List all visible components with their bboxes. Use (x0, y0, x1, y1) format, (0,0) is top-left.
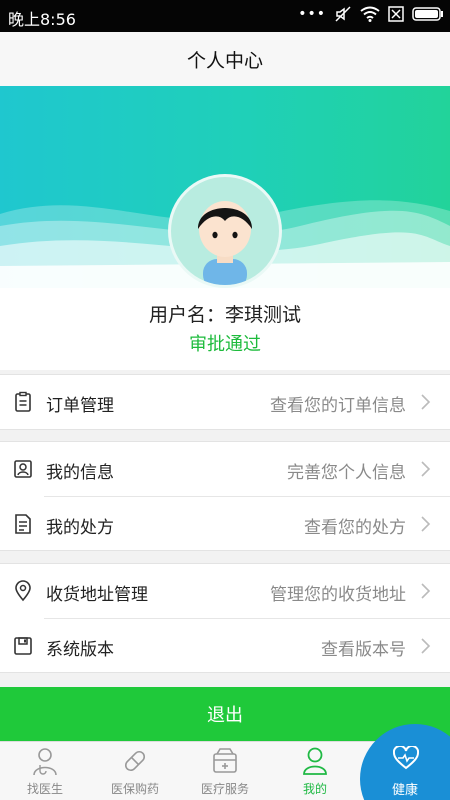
approval-status: 审批通过 (189, 334, 261, 355)
menu-item-hint: 管理您的收货地址 (270, 585, 406, 605)
menu-item-hint: 查看版本号 (321, 640, 406, 660)
chevron-right-icon (421, 583, 431, 599)
logout-label: 退出 (207, 705, 243, 726)
menu-item-label: 我的信息 (46, 463, 114, 483)
document-icon (15, 514, 31, 534)
service-icon (213, 748, 237, 773)
tab-label: 找医生 (26, 782, 63, 796)
heart-icon (393, 746, 419, 770)
menu-item-orders[interactable]: 订单管理 查看您的订单信息 (0, 375, 450, 429)
tab-label: 我的 (302, 782, 327, 796)
tab-find-doctor[interactable]: 找医生 (0, 742, 90, 800)
user-icon (303, 747, 327, 775)
floppy-disk-icon (14, 637, 32, 655)
tab-insurance-medicine[interactable]: 医保购药 (90, 742, 180, 800)
pill-icon (124, 750, 146, 772)
avatar[interactable] (168, 174, 282, 288)
wifi-icon (360, 6, 380, 22)
menu-item-hint: 完善您个人信息 (287, 463, 406, 483)
menu-group-settings: 收货地址管理 管理您的收货地址 系统版本 查看版本号 (0, 563, 450, 673)
menu-item-hint: 查看您的订单信息 (270, 396, 406, 416)
tab-label: 医保购药 (110, 782, 159, 796)
menu-item-address[interactable]: 收货地址管理 管理您的收货地址 (0, 564, 450, 618)
menu-item-label: 我的处方 (46, 518, 114, 538)
more-dots-icon: ••• (298, 6, 326, 22)
chevron-right-icon (421, 638, 431, 654)
tab-medical-service[interactable]: 医疗服务 (180, 742, 270, 800)
chevron-right-icon (421, 394, 431, 410)
menu-item-version[interactable]: 系统版本 查看版本号 (14, 618, 450, 672)
status-time: 晚上8:56 (8, 10, 76, 29)
menu-item-hint: 查看您的处方 (304, 518, 406, 538)
page-title: 个人中心 (186, 49, 263, 72)
page-title-bar: 个人中心 (0, 32, 450, 86)
id-card-icon (14, 460, 32, 478)
profile-info: 用户名：李琪测试 审批通过 (0, 288, 450, 370)
menu-group-info: 我的信息 完善您个人信息 我的处方 查看您的处方 (0, 441, 450, 551)
menu-item-label: 系统版本 (46, 640, 114, 660)
clipboard-icon (15, 391, 31, 412)
chevron-right-icon (421, 461, 431, 477)
avatar-icon (197, 201, 253, 285)
status-icons: ••• (298, 5, 444, 23)
status-bar: 晚上8:56 ••• (0, 0, 450, 32)
mute-icon (335, 6, 351, 22)
location-pin-icon (15, 580, 31, 602)
tab-mine[interactable]: 我的 (270, 742, 360, 800)
chevron-right-icon (421, 516, 431, 532)
logout-button[interactable]: 退出 (0, 687, 450, 741)
sim-icon (388, 6, 404, 22)
doctor-icon (33, 748, 57, 776)
tab-label: 健康 (391, 783, 418, 798)
menu-group-orders: 订单管理 查看您的订单信息 (0, 374, 450, 430)
tab-label: 医疗服务 (200, 782, 249, 796)
menu-item-my-prescription[interactable]: 我的处方 查看您的处方 (15, 496, 450, 550)
menu-item-my-info[interactable]: 我的信息 完善您个人信息 (0, 442, 450, 496)
menu-item-label: 收货地址管理 (46, 585, 148, 605)
username-label: 用户名：李琪测试 (148, 304, 301, 326)
menu-item-label: 订单管理 (46, 396, 114, 416)
battery-icon (412, 7, 443, 21)
